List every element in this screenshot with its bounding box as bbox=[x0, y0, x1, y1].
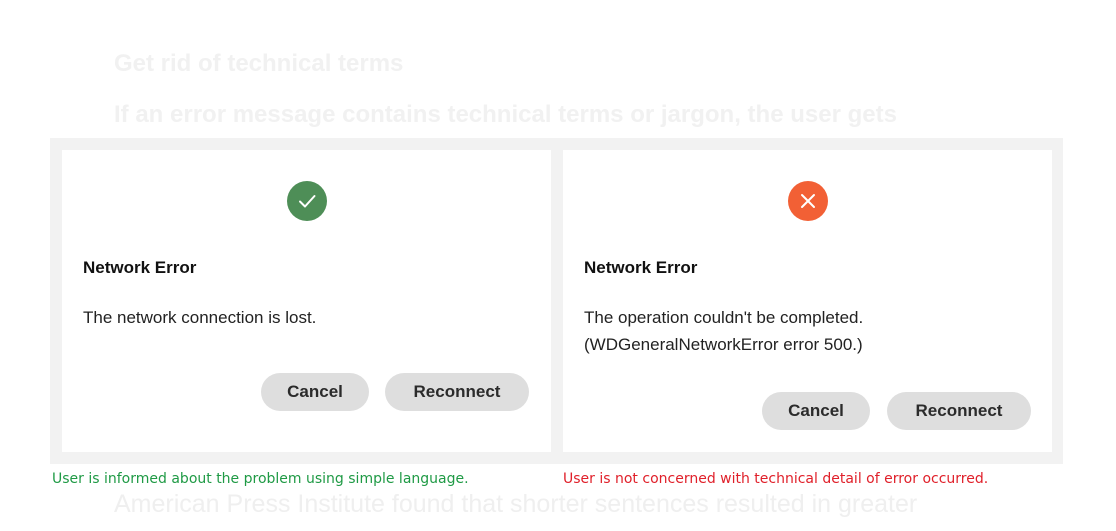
dialog-message: The operation couldn't be completed. (WD… bbox=[584, 304, 863, 358]
cross-icon bbox=[787, 181, 828, 221]
bad-example-dialog: Network Error The operation couldn't be … bbox=[563, 150, 1052, 452]
comparison-panel: Network Error The network connection is … bbox=[50, 138, 1063, 464]
reconnect-button[interactable]: Reconnect bbox=[385, 373, 529, 411]
dialog-title: Network Error bbox=[584, 258, 698, 277]
bad-example-caption: User is not concerned with technical det… bbox=[563, 471, 989, 487]
article-paragraph: If an error message contains technical t… bbox=[114, 101, 897, 128]
cancel-button[interactable]: Cancel bbox=[762, 392, 870, 430]
message-line: The network connection is lost. bbox=[83, 308, 317, 327]
message-line: (WDGeneralNetworkError error 500.) bbox=[584, 335, 863, 354]
message-line: The operation couldn't be completed. bbox=[584, 308, 864, 327]
dialog-title: Network Error bbox=[83, 258, 197, 277]
article-heading: Get rid of technical terms bbox=[114, 50, 404, 77]
cancel-button[interactable]: Cancel bbox=[261, 373, 369, 411]
good-example-caption: User is informed about the problem using… bbox=[52, 471, 469, 487]
reconnect-button[interactable]: Reconnect bbox=[887, 392, 1031, 430]
good-example-dialog: Network Error The network connection is … bbox=[62, 150, 551, 452]
article-footer-paragraph: American Press Institute found that shor… bbox=[114, 490, 918, 518]
dialog-message: The network connection is lost. bbox=[83, 304, 316, 331]
checkmark-icon bbox=[286, 181, 327, 221]
